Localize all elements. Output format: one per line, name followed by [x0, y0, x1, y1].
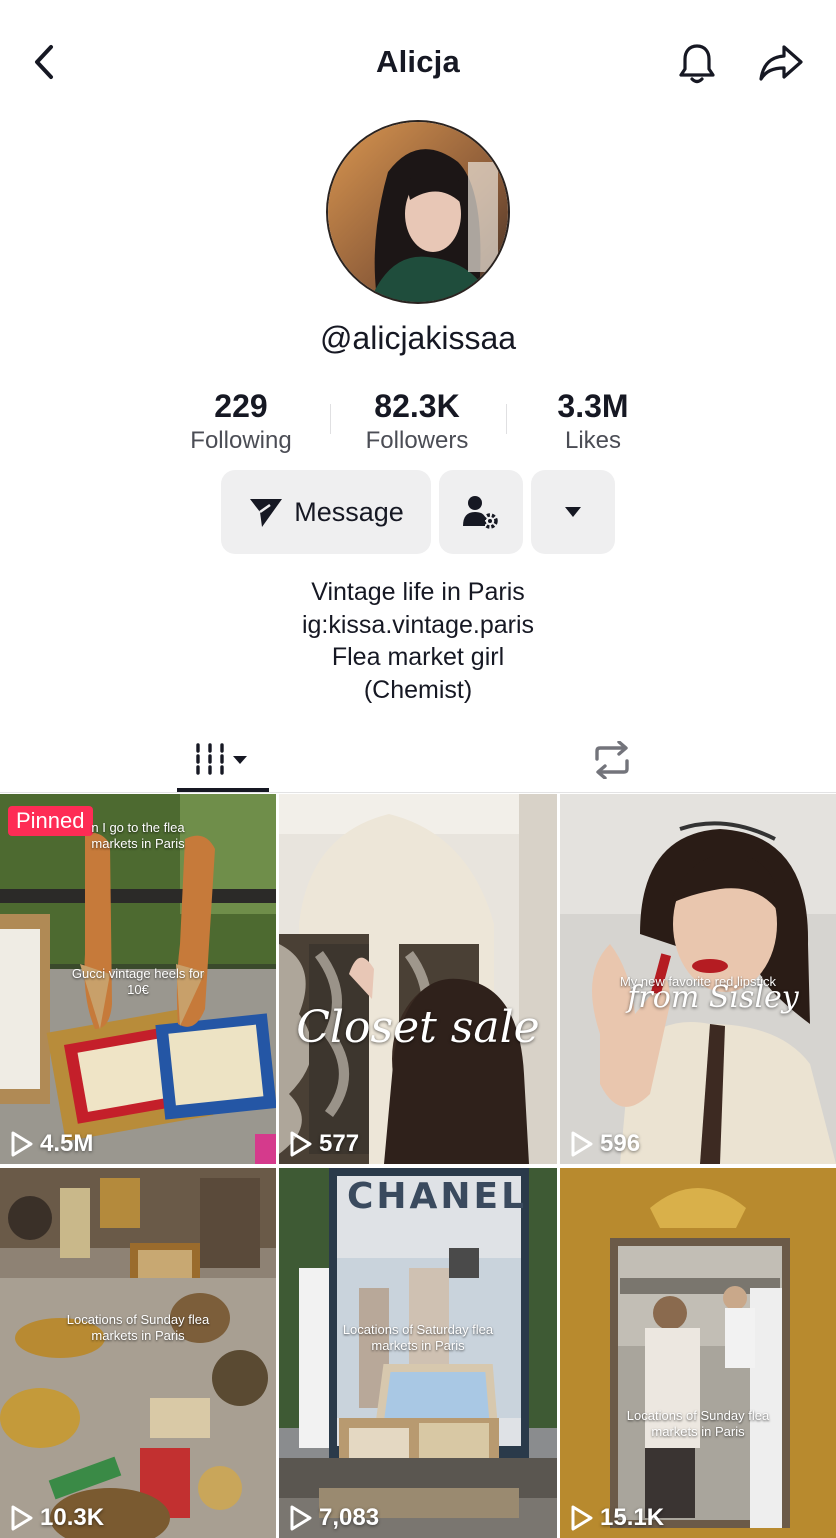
video-caption: Locations of Sunday flea markets in Pari… — [626, 1408, 770, 1439]
view-count-value: 4.5M — [40, 1130, 94, 1157]
following-count: 229 — [214, 388, 268, 424]
view-count: 7,083 — [289, 1504, 379, 1532]
view-count: 10.3K — [10, 1504, 104, 1532]
following-label: Following — [190, 427, 292, 454]
play-icon — [11, 1131, 33, 1157]
bio-line: (Chemist) — [363, 675, 473, 704]
notifications-button[interactable] — [672, 38, 722, 88]
play-icon — [571, 1505, 593, 1531]
view-count-value: 15.1K — [600, 1504, 665, 1531]
bio-line[interactable]: ig:kissa.vintage.paris — [0, 609, 836, 642]
video-thumbnail[interactable]: CHANEL Locations of Saturday flea market… — [279, 1168, 557, 1538]
bell-icon — [679, 44, 715, 84]
video-thumbnail[interactable]: My new favorite red lipstick from Sisley… — [560, 794, 836, 1164]
video-caption: n I go to the flea markets in Paris — [91, 820, 185, 851]
view-count: 596 — [570, 1130, 640, 1158]
avatar[interactable] — [326, 120, 510, 304]
play-icon — [11, 1505, 33, 1531]
video-caption: from Sisley — [627, 980, 799, 1015]
tab-reposts[interactable] — [582, 730, 642, 790]
thumbnail-image — [0, 1168, 276, 1538]
user-settings-icon — [463, 496, 498, 529]
bio-line: Flea market girl — [331, 643, 505, 671]
view-count-value: 10.3K — [40, 1504, 105, 1531]
view-count-value: 577 — [319, 1130, 360, 1157]
likes-count: 3.3M — [557, 388, 629, 424]
likes-label: Likes — [564, 427, 622, 454]
likes-stat[interactable]: 3.3M Likes — [503, 386, 683, 456]
view-count-value: 596 — [600, 1130, 641, 1157]
video-thumbnail[interactable]: Closet sale 577 — [279, 794, 557, 1164]
tabs-divider — [0, 792, 836, 793]
send-icon — [250, 499, 283, 527]
tab-videos[interactable] — [177, 730, 269, 790]
followers-label: Followers — [365, 427, 469, 454]
video-caption: Locations of Sunday flea markets in Pari… — [66, 1312, 210, 1343]
videos-grid-icon — [196, 743, 247, 777]
video-caption: Gucci vintage heels for 10€ — [71, 966, 205, 997]
view-count: 15.1K — [570, 1504, 664, 1532]
username-handle: @alicjakissaa — [319, 320, 517, 356]
video-caption: Closet sale — [296, 1002, 540, 1053]
view-count: 577 — [289, 1130, 359, 1158]
video-grid: Pinned n I go to the flea markets in Par… — [0, 794, 836, 1538]
message-button[interactable]: Message — [221, 470, 431, 554]
follow-settings-button[interactable] — [439, 470, 523, 554]
bio-line: Vintage life in Paris — [311, 578, 525, 606]
share-button[interactable] — [754, 38, 808, 88]
view-count: 4.5M — [10, 1130, 93, 1158]
repost-icon — [595, 741, 629, 779]
share-icon — [759, 45, 803, 81]
brand-text: CHANEL — [347, 1176, 528, 1217]
video-caption: Locations of Saturday flea markets in Pa… — [342, 1322, 494, 1353]
profile-header: Alicja — [0, 0, 836, 124]
thumbnail-image — [560, 1168, 836, 1538]
play-icon — [571, 1131, 593, 1157]
play-icon — [290, 1131, 312, 1157]
message-label: Message — [294, 496, 404, 527]
profile-actions: Message — [0, 470, 836, 554]
more-options-button[interactable] — [531, 470, 615, 554]
video-thumbnail[interactable]: Locations of Sunday flea markets in Pari… — [560, 1168, 836, 1538]
profile-stats: 229 Following 82.3K Followers 3.3M Likes — [0, 386, 836, 466]
play-icon — [290, 1505, 312, 1531]
profile-bio: Vintage life in Paris ig:kissa.vintage.p… — [0, 576, 836, 706]
content-tabs — [0, 720, 836, 794]
view-count-value: 7,083 — [319, 1504, 380, 1531]
thumbnail-image — [279, 794, 557, 1164]
followers-count: 82.3K — [374, 388, 460, 424]
video-thumbnail[interactable]: Pinned n I go to the flea markets in Par… — [0, 794, 276, 1164]
followers-stat[interactable]: 82.3K Followers — [327, 386, 507, 456]
video-thumbnail[interactable]: Locations of Sunday flea markets in Pari… — [0, 1168, 276, 1538]
caret-down-icon — [565, 507, 581, 517]
following-stat[interactable]: 229 Following — [151, 386, 331, 456]
